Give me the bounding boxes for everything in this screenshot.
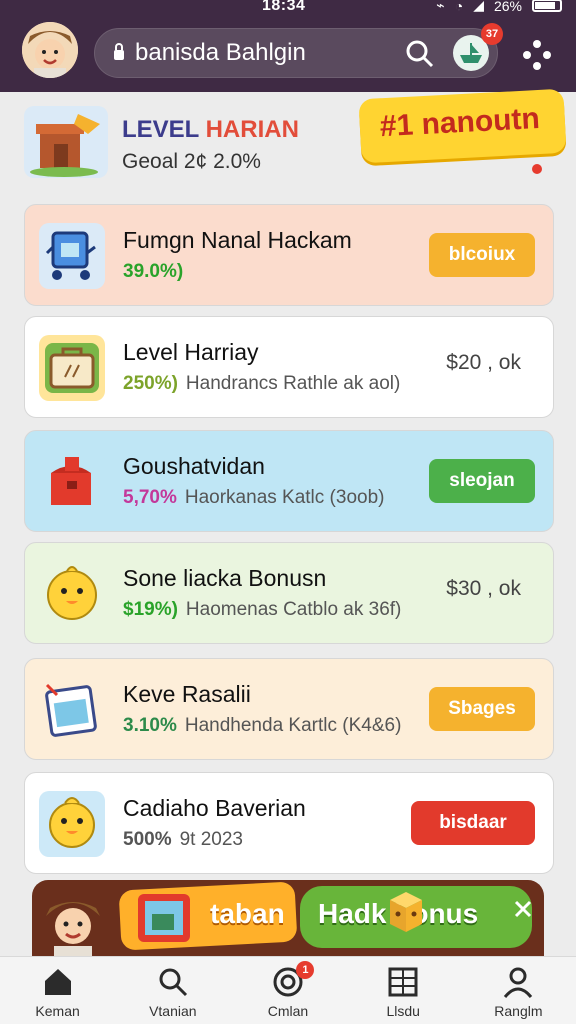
row-action-button[interactable]: sleojan bbox=[429, 459, 535, 503]
row-subtitle: $19%) Haomenas Catblo ak 36f) bbox=[123, 599, 401, 621]
row-description: 9t 2023 bbox=[179, 829, 244, 850]
level-title-part2: HARIAN bbox=[205, 116, 299, 143]
promo-banner[interactable]: taban Hadk bonus bbox=[32, 880, 544, 960]
row-title: Sone liacka Bonusn bbox=[123, 565, 327, 591]
more-icon[interactable] bbox=[520, 40, 554, 70]
picture-frame-icon bbox=[138, 894, 190, 942]
notification-button[interactable]: 37 bbox=[453, 23, 503, 71]
row-title: Cadiaho Baverian bbox=[123, 795, 306, 821]
row-percent: 250%) bbox=[123, 373, 178, 394]
nav-label: Vtanian bbox=[149, 1003, 197, 1019]
level-card: LEVEL HARIAN Geoal 2¢ 2.0% #1 nanoutn bbox=[0, 88, 576, 202]
nav-label: Cmlan bbox=[267, 1003, 309, 1019]
bottom-nav: Keman Vtanian 1 Cmlan Llsdu Ranglm bbox=[0, 956, 576, 1024]
list-item[interactable]: Fumgn Nanal Hackam 39.0%) blcoiux bbox=[24, 204, 554, 306]
level-title-part1: LEVEL bbox=[122, 116, 199, 143]
row-icon bbox=[39, 791, 105, 857]
list-item[interactable]: Goushatvidan 5,70% Haorkanas Katlc (3oob) s… bbox=[24, 430, 554, 532]
row-title: Keve Rasalii bbox=[123, 681, 251, 707]
row-subtitle: 39.0%) bbox=[123, 261, 191, 283]
nav-item-search[interactable]: Vtanian bbox=[115, 957, 230, 1024]
avatar-icon bbox=[22, 22, 78, 78]
row-subtitle: 3.10% Handhenda Kartlc (K4&6) bbox=[123, 715, 401, 737]
calendar-icon bbox=[45, 683, 97, 737]
level-goal: Geoal 2¢ 2.0% bbox=[122, 150, 261, 173]
character-icon bbox=[46, 902, 100, 960]
signal-icon: ⌁ bbox=[436, 0, 445, 13]
promo-text: #1 nanoutn bbox=[379, 101, 541, 144]
search-bar[interactable]: banisda Bahlgin 37 bbox=[94, 23, 503, 78]
row-percent: 39.0%) bbox=[123, 261, 184, 282]
row-price: $20 , ok bbox=[446, 351, 521, 374]
notification-dot bbox=[532, 164, 542, 174]
home-icon bbox=[44, 969, 71, 995]
row-description: Haorkanas Katlc (3oob) bbox=[184, 487, 385, 508]
nav-label: Keman bbox=[35, 1003, 80, 1019]
row-icon bbox=[39, 223, 105, 289]
row-percent: $19%) bbox=[123, 599, 178, 620]
row-title: Level Harriay bbox=[123, 339, 259, 365]
list-item[interactable]: Keve Rasalii 3.10% Handhenda Kartlc (K4&6)… bbox=[24, 658, 554, 760]
row-title: Goushatvidan bbox=[123, 453, 265, 479]
avatar[interactable] bbox=[22, 22, 78, 78]
row-description: Haomenas Catblo ak 36f) bbox=[185, 599, 402, 620]
list-item[interactable]: Level Harriay 250%) Handrancs Rathle ak ao… bbox=[24, 316, 554, 418]
row-title: Fumgn Nanal Hackam bbox=[123, 227, 352, 253]
row-action-button[interactable]: blcoiux bbox=[429, 233, 535, 277]
search-icon[interactable] bbox=[405, 39, 435, 69]
battery-icon bbox=[532, 0, 562, 12]
grid-icon bbox=[388, 967, 418, 997]
search-text[interactable]: banisda Bahlgin bbox=[135, 39, 306, 67]
nav-item-home[interactable]: Keman bbox=[0, 957, 115, 1024]
chick-icon bbox=[47, 566, 97, 620]
chick-icon bbox=[49, 797, 95, 848]
close-icon[interactable] bbox=[512, 898, 534, 920]
row-icon bbox=[39, 677, 105, 743]
row-percent: 3.10% bbox=[123, 715, 177, 736]
briefcase-icon bbox=[45, 343, 99, 393]
list-item[interactable]: Sone liacka Bonusn $19%) Haomenas Catblo a… bbox=[24, 542, 554, 644]
mailbox-icon bbox=[30, 114, 100, 177]
robot-icon bbox=[45, 231, 96, 280]
row-description: Handrancs Rathle ak aol) bbox=[185, 373, 401, 394]
app-header: 18:34 ⌁ ◔ ◢ 26% banisda Bahlgin 37 bbox=[0, 0, 576, 92]
status-icons: ⌁ ◔ ◢ 26% bbox=[436, 0, 562, 14]
lock-icon bbox=[114, 43, 124, 60]
gift-box-icon bbox=[390, 892, 422, 932]
row-price: $30 , ok bbox=[446, 577, 521, 600]
banner-left-text: taban bbox=[210, 898, 285, 929]
level-title: LEVEL HARIAN bbox=[122, 116, 299, 144]
status-bar: 18:34 ⌁ ◔ ◢ 26% bbox=[0, 0, 576, 18]
battery-percent: 26% bbox=[493, 0, 522, 14]
row-percent: 500% bbox=[123, 829, 172, 850]
profile-icon bbox=[504, 967, 533, 998]
search-icon bbox=[159, 968, 187, 997]
row-subtitle: 500% 9t 2023 bbox=[123, 829, 243, 851]
row-icon bbox=[39, 561, 105, 627]
row-icon bbox=[39, 449, 105, 515]
row-description: Handhenda Kartlc (K4&6) bbox=[184, 715, 402, 736]
row-subtitle: 5,70% Haorkanas Katlc (3oob) bbox=[123, 487, 384, 509]
row-icon bbox=[39, 335, 105, 401]
cellular-icon: ◢ bbox=[473, 0, 484, 13]
level-icon bbox=[24, 106, 108, 178]
row-action-button[interactable]: bisdaar bbox=[411, 801, 535, 845]
nav-label: Ranglm bbox=[494, 1003, 543, 1019]
status-time: 18:34 bbox=[262, 0, 306, 14]
nav-item-grid[interactable]: Llsdu bbox=[346, 957, 461, 1024]
row-action-button[interactable]: Sbages bbox=[429, 687, 535, 731]
nav-item-target[interactable]: 1 Cmlan bbox=[230, 957, 345, 1024]
nav-label: Llsdu bbox=[386, 1003, 420, 1019]
notification-badge: 37 bbox=[481, 23, 503, 45]
row-subtitle: 250%) Handrancs Rathle ak aol) bbox=[123, 373, 400, 395]
wifi-icon: ◔ bbox=[454, 0, 464, 14]
list-item[interactable]: Cadiaho Baverian 500% 9t 2023 bisdaar bbox=[24, 772, 554, 874]
nav-item-profile[interactable]: Ranglm bbox=[461, 957, 576, 1024]
promo-tag[interactable]: #1 nanoutn bbox=[358, 88, 567, 164]
row-percent: 5,70% bbox=[123, 487, 177, 508]
nav-badge: 1 bbox=[296, 961, 315, 979]
mailbox-icon bbox=[51, 457, 91, 505]
